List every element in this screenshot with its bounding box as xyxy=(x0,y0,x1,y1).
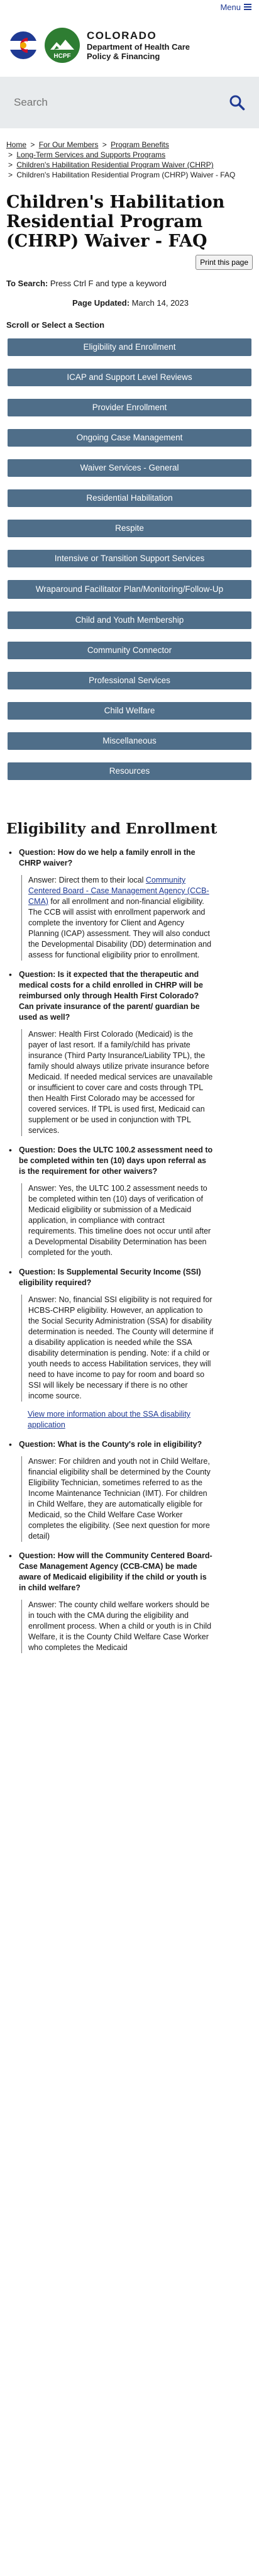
faq-answer: Answer: For children and youth not in Ch… xyxy=(21,1456,251,1542)
faq-question: Question: Is Supplemental Security Incom… xyxy=(19,1268,201,1287)
ssa-disability-link[interactable]: View more information about the SSA disa… xyxy=(28,1410,190,1429)
section-button-residential-habilitation[interactable]: Residential Habilitation xyxy=(8,489,251,507)
section-button-icap[interactable]: ICAP and Support Level Reviews xyxy=(8,369,251,386)
section-button-child-welfare[interactable]: Child Welfare xyxy=(8,702,251,720)
page-updated: Page Updated: March 14, 2023 xyxy=(0,288,259,308)
breadcrumb-program-benefits[interactable]: Program Benefits xyxy=(111,140,169,149)
section-button-community-connector[interactable]: Community Connector xyxy=(8,642,251,659)
section-button-support-services[interactable]: Intensive or Transition Support Services xyxy=(8,550,251,567)
breadcrumb: Home > For Our Members > Program Benefit… xyxy=(0,128,259,185)
department-line-2: Policy & Financing xyxy=(87,52,160,61)
scroll-hint: Scroll or Select a Section xyxy=(6,320,105,330)
faq-question: Question: How do we help a family enroll… xyxy=(19,848,196,867)
faq-question: Question: What is the County's role in e… xyxy=(19,1440,202,1449)
faq-item: • Question: How will the Community Cente… xyxy=(8,1551,251,1653)
faq-list: • Question: How do we help a family enro… xyxy=(0,837,259,1653)
section-button-wraparound[interactable]: Wraparound Facilitator Plan/Monitoring/F… xyxy=(8,580,251,599)
print-button[interactable]: Print this page xyxy=(196,255,253,270)
faq-answer-text: for all enrollment and non-financial eli… xyxy=(28,897,212,959)
section-button-provider-enrollment[interactable]: Provider Enrollment xyxy=(8,399,251,416)
faq-question: Question: How will the Community Centere… xyxy=(19,1551,212,1592)
bullet: • xyxy=(9,969,12,979)
print-row: Print this page xyxy=(0,251,259,270)
breadcrumb-ltss[interactable]: Long-Term Services and Supports Programs xyxy=(16,150,165,159)
faq-question: Question: Does the ULTC 100.2 assessment… xyxy=(19,1146,213,1176)
search-bar xyxy=(0,77,259,128)
faq-answer: Answer: No, financial SSI eligibility is… xyxy=(21,1295,251,1402)
page-updated-label: Page Updated: xyxy=(72,298,130,308)
hcpf-logo[interactable]: HCPF xyxy=(44,27,80,64)
breadcrumb-chrp-waiver[interactable]: Children's Habilitation Residential Prog… xyxy=(16,160,213,169)
section-nav: Eligibility and Enrollment ICAP and Supp… xyxy=(0,330,259,780)
search-icon[interactable] xyxy=(229,94,245,111)
bullet: • xyxy=(9,847,12,857)
section-button-resources[interactable]: Resources xyxy=(8,762,251,780)
faq-item: • Question: Does the ULTC 100.2 assessme… xyxy=(8,1145,251,1258)
section-button-miscellaneous[interactable]: Miscellaneous xyxy=(8,732,251,750)
menu-bar: Menu xyxy=(0,0,259,14)
section-button-respite[interactable]: Respite xyxy=(8,520,251,537)
bullet: • xyxy=(9,1551,12,1561)
breadcrumb-separator: > xyxy=(8,170,13,179)
faq-item: • Question: How do we help a family enro… xyxy=(8,847,251,961)
search-hint-text: Press Ctrl F and type a keyword xyxy=(50,279,167,288)
breadcrumb-current: Children's Habilitation Residential Prog… xyxy=(16,170,236,179)
menu-button[interactable]: Menu xyxy=(220,3,251,12)
faq-answer-text: Answer: Direct them to their local xyxy=(28,876,146,884)
site-header: HCPF COLORADO Department of Health Care … xyxy=(0,14,259,77)
state-name: COLORADO xyxy=(87,30,157,42)
section-button-membership[interactable]: Child and Youth Membership xyxy=(8,611,251,629)
breadcrumb-home[interactable]: Home xyxy=(6,140,26,149)
breadcrumb-separator: > xyxy=(8,160,13,169)
section-heading: Eligibility and Enrollment xyxy=(6,820,218,837)
faq-answer: Answer: Yes, the ULTC 100.2 assessment n… xyxy=(21,1183,251,1258)
section-button-case-management[interactable]: Ongoing Case Management xyxy=(8,429,251,447)
breadcrumb-separator: > xyxy=(102,140,107,149)
bullet: • xyxy=(9,1145,12,1155)
search-input[interactable] xyxy=(14,96,202,109)
faq-item: • Question: What is the County's role in… xyxy=(8,1439,251,1542)
section-button-eligibility[interactable]: Eligibility and Enrollment xyxy=(8,338,251,356)
search-hint: To Search: Press Ctrl F and type a keywo… xyxy=(0,270,259,288)
breadcrumb-separator: > xyxy=(30,140,35,149)
search-hint-label: To Search: xyxy=(6,279,48,288)
faq-item: • Question: Is Supplemental Security Inc… xyxy=(8,1267,251,1430)
breadcrumb-for-members[interactable]: For Our Members xyxy=(39,140,99,149)
faq-question: Question: Is it expected that the therap… xyxy=(19,970,203,1022)
menu-label: Menu xyxy=(220,2,241,12)
section-button-waiver-services[interactable]: Waiver Services - General xyxy=(8,459,251,477)
faq-answer: Answer: Health First Colorado (Medicaid)… xyxy=(21,1029,251,1136)
department-line-1: Department of Health Care xyxy=(87,42,190,52)
bullet: • xyxy=(9,1439,12,1449)
page-title: Children's Habilitation Residential Prog… xyxy=(6,192,225,251)
page-updated-date: March 14, 2023 xyxy=(131,298,189,308)
faq-answer: Answer: The county child welfare workers… xyxy=(21,1600,251,1653)
faq-item: • Question: Is it expected that the ther… xyxy=(8,969,251,1136)
section-button-professional-services[interactable]: Professional Services xyxy=(8,672,251,689)
faq-answer: Answer: Direct them to their local Commu… xyxy=(21,875,251,961)
bullet: • xyxy=(9,1267,12,1277)
department-name: COLORADO Department of Health Care Polic… xyxy=(87,30,190,61)
breadcrumb-separator: > xyxy=(8,150,13,159)
hamburger-icon xyxy=(244,4,251,10)
colorado-state-logo[interactable] xyxy=(9,31,38,60)
hcpf-logo-text: HCPF xyxy=(53,53,70,60)
